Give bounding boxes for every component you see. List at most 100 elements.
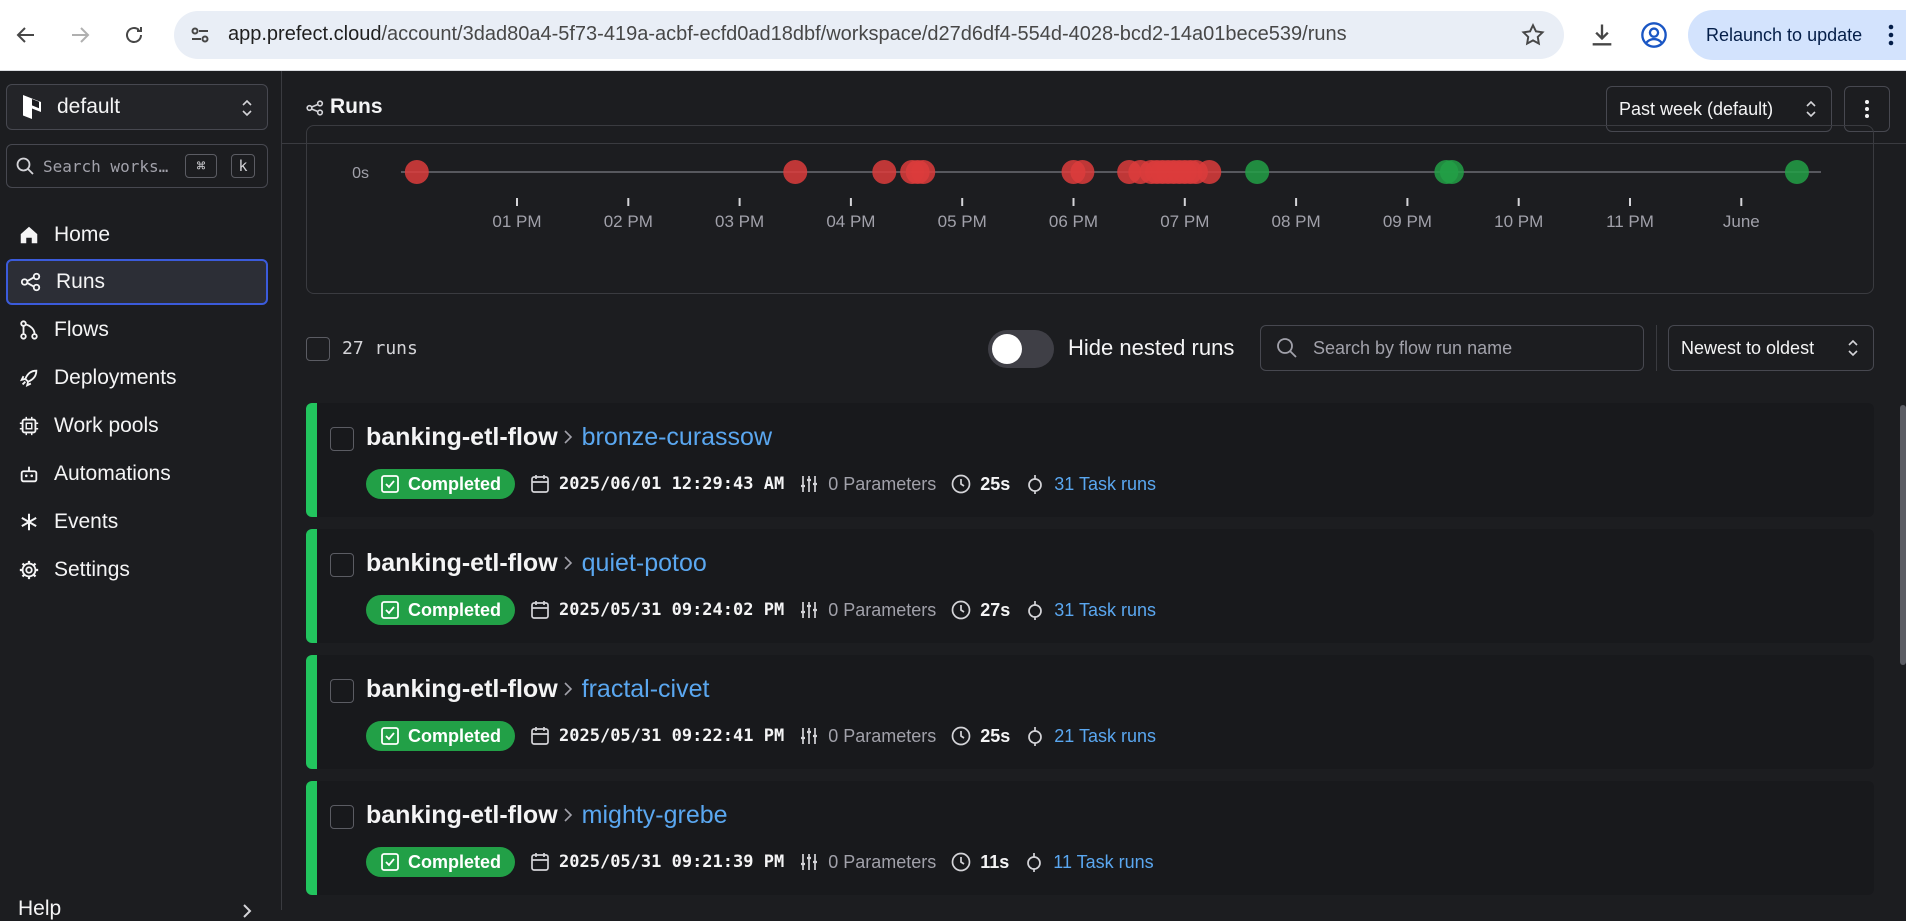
sidebar-item-home[interactable]: Home bbox=[6, 212, 268, 258]
state-label: Completed bbox=[408, 725, 502, 746]
flow-run-card[interactable]: banking-etl-flow bronze-curassow Complete… bbox=[306, 403, 1874, 517]
run-point-failed bbox=[1197, 160, 1222, 184]
workspace-search-input[interactable]: Search works… ⌘ k bbox=[6, 144, 268, 188]
run-breadcrumb: banking-etl-flow mighty-grebe bbox=[366, 801, 728, 830]
back-button[interactable] bbox=[8, 17, 44, 53]
state-stripe bbox=[306, 529, 317, 643]
start-time: 2025/05/31 09:21:39 PM bbox=[559, 852, 785, 872]
site-info-icon[interactable] bbox=[188, 23, 212, 47]
start-time: 2025/05/31 09:22:41 PM bbox=[559, 726, 785, 746]
task-run-icon bbox=[1028, 727, 1043, 746]
gear-icon bbox=[19, 560, 39, 580]
flow-name-link[interactable]: banking-etl-flow bbox=[366, 675, 558, 703]
home-icon bbox=[20, 226, 38, 244]
select-all-checkbox[interactable] bbox=[306, 337, 330, 361]
toolbar-divider bbox=[1656, 325, 1657, 371]
download-icon[interactable] bbox=[1588, 21, 1616, 49]
run-name-link[interactable]: fractal-civet bbox=[582, 675, 710, 703]
sort-value: Newest to oldest bbox=[1681, 337, 1815, 358]
address-bar[interactable]: app.prefect.cloud/account/3dad80a4-5f73-… bbox=[174, 11, 1564, 59]
task-runs-link[interactable]: 11 Task runs bbox=[1053, 852, 1153, 873]
flow-run-card[interactable]: banking-etl-flow quiet-potoo Completed 20… bbox=[306, 529, 1874, 643]
reload-button[interactable] bbox=[116, 17, 152, 53]
run-point-failed bbox=[404, 160, 429, 184]
relaunch-button[interactable]: Relaunch to update bbox=[1688, 10, 1906, 60]
flow-name-link[interactable]: banking-etl-flow bbox=[366, 423, 558, 451]
flow-name-link[interactable]: banking-etl-flow bbox=[366, 801, 558, 829]
sidebar-item-flows[interactable]: Flows bbox=[6, 307, 268, 353]
parameters-count[interactable]: 0 Parameters bbox=[828, 852, 936, 873]
flows-icon bbox=[20, 320, 38, 340]
page-scrollbar[interactable] bbox=[1900, 405, 1906, 665]
runs-icon bbox=[306, 100, 324, 116]
task-runs-link[interactable]: 31 Task runs bbox=[1054, 600, 1156, 621]
state-stripe bbox=[306, 403, 317, 517]
check-square-icon bbox=[381, 601, 399, 619]
profile-icon[interactable] bbox=[1640, 21, 1668, 49]
task-runs-link[interactable]: 21 Task runs bbox=[1054, 726, 1156, 747]
run-meta: Completed 2025/06/01 12:29:43 AM 0 Param… bbox=[366, 469, 1156, 499]
runs-scatter-chart: 0s 01 PM 02 PM 03 PM 04 PM 05 PM 06 PM 07 PM 08 … bbox=[306, 125, 1874, 294]
sidebar-item-events[interactable]: Events bbox=[6, 499, 268, 545]
run-point-failed bbox=[872, 160, 897, 184]
clock-icon bbox=[951, 852, 971, 872]
help-menu[interactable]: Help bbox=[18, 897, 61, 921]
sidebar-item-deployments[interactable]: Deployments bbox=[6, 355, 268, 401]
run-checkbox[interactable] bbox=[330, 805, 354, 829]
sort-select[interactable]: Newest to oldest bbox=[1668, 325, 1874, 371]
menu-dots-icon[interactable] bbox=[1888, 23, 1894, 47]
workspace-select[interactable]: default bbox=[6, 84, 268, 130]
bookmark-star-icon[interactable] bbox=[1520, 22, 1546, 48]
x-tick-label: 02 PM bbox=[604, 212, 653, 231]
check-square-icon bbox=[381, 727, 399, 745]
sidebar-item-work-pools[interactable]: Work pools bbox=[6, 403, 268, 449]
run-point-failed bbox=[1070, 160, 1095, 184]
flow-name-link[interactable]: banking-etl-flow bbox=[366, 549, 558, 577]
chevron-updown-icon bbox=[1848, 339, 1858, 357]
calendar-icon bbox=[531, 475, 549, 493]
hide-nested-toggle[interactable] bbox=[988, 330, 1054, 368]
parameters-sliders-icon bbox=[801, 854, 818, 870]
run-meta: Completed 2025/05/31 09:22:41 PM 0 Param… bbox=[366, 721, 1156, 751]
chevron-right-icon bbox=[564, 430, 572, 444]
run-checkbox[interactable] bbox=[330, 679, 354, 703]
flow-run-search-input[interactable]: Search by flow run name bbox=[1260, 325, 1644, 371]
run-name-link[interactable]: bronze-curassow bbox=[582, 423, 772, 451]
state-stripe bbox=[306, 781, 317, 895]
state-stripe bbox=[306, 655, 317, 769]
task-run-icon bbox=[1027, 853, 1042, 872]
flow-run-card[interactable]: banking-etl-flow mighty-grebe Completed 2… bbox=[306, 781, 1874, 895]
sidebar-item-settings[interactable]: Settings bbox=[6, 547, 268, 593]
run-name-link[interactable]: quiet-potoo bbox=[582, 549, 707, 577]
x-tick-label: 09 PM bbox=[1383, 212, 1432, 231]
prefect-logo-icon bbox=[23, 95, 41, 119]
x-tick-label: 01 PM bbox=[492, 212, 541, 231]
state-badge: Completed bbox=[366, 469, 516, 499]
robot-icon bbox=[20, 466, 38, 483]
task-runs-link[interactable]: 31 Task runs bbox=[1054, 474, 1156, 495]
sidebar-item-automations[interactable]: Automations bbox=[6, 451, 268, 497]
run-duration: 27s bbox=[980, 599, 1011, 620]
chevron-right-icon bbox=[243, 904, 252, 918]
flow-run-card[interactable]: banking-etl-flow fractal-civet Completed … bbox=[306, 655, 1874, 769]
run-duration: 25s bbox=[980, 473, 1011, 494]
run-checkbox[interactable] bbox=[330, 553, 354, 577]
task-run-icon bbox=[1028, 601, 1043, 620]
run-checkbox[interactable] bbox=[330, 427, 354, 451]
parameters-count[interactable]: 0 Parameters bbox=[828, 726, 936, 747]
x-tick-label: 05 PM bbox=[938, 212, 987, 231]
run-meta: Completed 2025/05/31 09:21:39 PM 0 Param… bbox=[366, 847, 1154, 877]
run-meta: Completed 2025/05/31 09:24:02 PM 0 Param… bbox=[366, 595, 1156, 625]
run-point-completed bbox=[1245, 160, 1270, 184]
parameters-count[interactable]: 0 Parameters bbox=[828, 600, 936, 621]
x-tick-label: 06 PM bbox=[1049, 212, 1098, 231]
clock-icon bbox=[951, 474, 971, 494]
parameters-count[interactable]: 0 Parameters bbox=[828, 474, 936, 495]
chevron-right-icon bbox=[564, 808, 572, 822]
state-label: Completed bbox=[408, 851, 502, 872]
sidebar-item-runs[interactable]: Runs bbox=[6, 259, 268, 305]
parameters-sliders-icon bbox=[801, 602, 818, 618]
run-name-link[interactable]: mighty-grebe bbox=[582, 801, 728, 829]
forward-button[interactable] bbox=[62, 17, 98, 53]
chevron-right-icon bbox=[564, 682, 572, 696]
